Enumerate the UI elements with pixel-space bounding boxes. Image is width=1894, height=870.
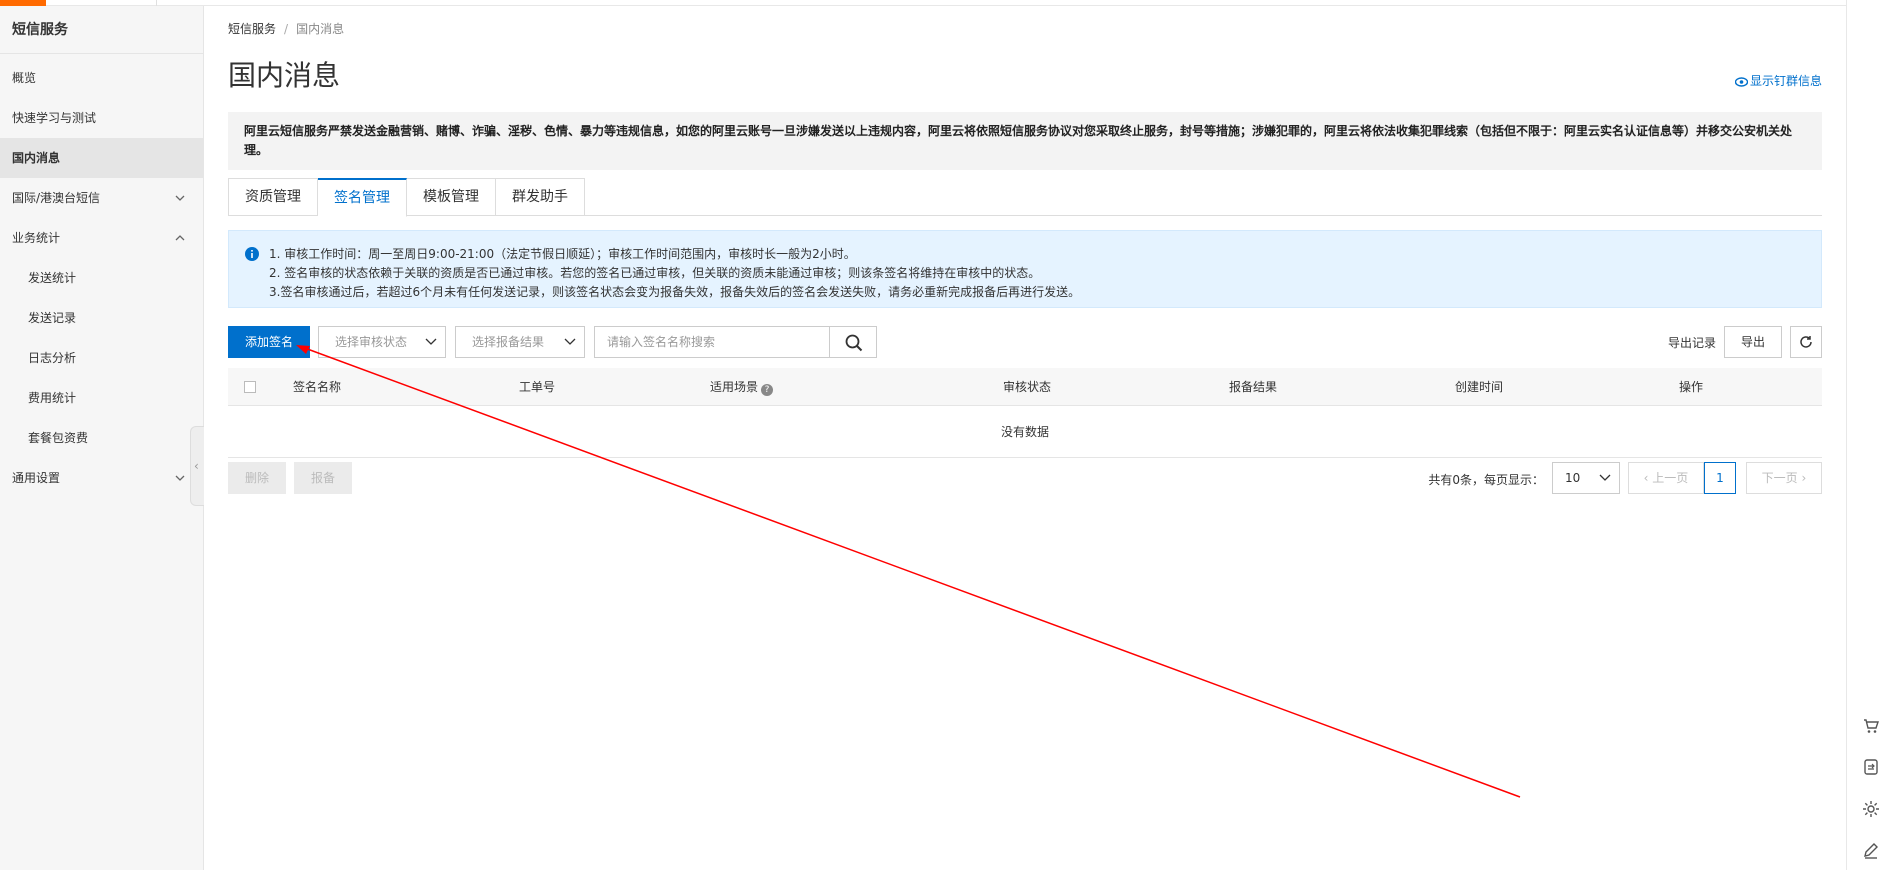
sidebar-collapse-handle[interactable]: ‹ bbox=[190, 426, 204, 506]
sidebar-item-label: 通用设置 bbox=[12, 471, 61, 485]
sidebar-item-send-records[interactable]: 发送记录 bbox=[0, 298, 203, 338]
sync-icon[interactable] bbox=[1861, 757, 1881, 777]
tab-bar: 资质管理 签名管理 模板管理 群发助手 bbox=[228, 178, 1822, 217]
sidebar-item-overview[interactable]: 概览 bbox=[0, 58, 203, 98]
sidebar-item-send-stats[interactable]: 发送统计 bbox=[0, 258, 203, 298]
page-title: 国内消息 bbox=[228, 59, 341, 92]
breadcrumb-root[interactable]: 短信服务 bbox=[228, 22, 276, 36]
file-report-button[interactable]: 报备 bbox=[294, 462, 352, 494]
review-notice: 1. 审核工作时间：周一至周日9:00-21:00（法定节假日顺延）；审核工作时… bbox=[228, 230, 1822, 308]
chevron-up-icon bbox=[175, 235, 185, 241]
eye-icon bbox=[1734, 77, 1749, 87]
chevron-down-icon bbox=[175, 195, 185, 201]
compliance-warning: 阿里云短信服务严禁发送金融营销、赌博、诈骗、淫秽、色情、暴力等违规信息，如您的阿… bbox=[228, 112, 1822, 170]
chevron-down-icon bbox=[425, 338, 437, 345]
search-button[interactable] bbox=[829, 326, 877, 358]
sidebar-item-package[interactable]: 套餐包资费 bbox=[0, 418, 203, 458]
help-icon[interactable]: ? bbox=[761, 384, 774, 396]
show-dingtalk-group-link[interactable]: 显示钉群信息 bbox=[1734, 72, 1822, 89]
tab-template[interactable]: 模板管理 bbox=[407, 178, 496, 216]
prev-page-button[interactable]: ‹ 上一页 bbox=[1628, 462, 1704, 494]
filing-result-select[interactable]: 选择报备结果 bbox=[455, 326, 585, 358]
chevron-down-icon bbox=[175, 475, 185, 481]
table-footer: 删除 报备 共有0条，每页显示： 10 ‹ 上一页 1 下一页 › bbox=[228, 462, 1822, 494]
sidebar-item-domestic[interactable]: 国内消息 bbox=[0, 138, 203, 178]
signature-search-input[interactable] bbox=[594, 326, 830, 358]
table-header: 签名名称 工单号 适用场景? 审核状态 报备结果 创建时间 操作 bbox=[228, 368, 1822, 406]
sidebar-item-label: 国际/港澳台短信 bbox=[12, 191, 101, 205]
sidebar-title: 短信服务 bbox=[0, 6, 203, 54]
col-scenario-label: 适用场景 bbox=[710, 380, 759, 394]
notice-line-1: 1. 审核工作时间：周一至周日9:00-21:00（法定节假日顺延）；审核工作时… bbox=[269, 247, 856, 261]
page-number-1[interactable]: 1 bbox=[1704, 462, 1736, 494]
col-ticket-no: 工单号 bbox=[519, 380, 556, 394]
next-page-button[interactable]: 下一页 › bbox=[1746, 462, 1822, 494]
gear-icon[interactable] bbox=[1861, 799, 1881, 819]
breadcrumb-current: 国内消息 bbox=[296, 22, 345, 36]
page-size-value: 10 bbox=[1565, 471, 1581, 485]
review-status-placeholder: 选择审核状态 bbox=[335, 335, 408, 349]
col-created-time: 创建时间 bbox=[1455, 380, 1504, 394]
chevron-left-icon: ‹ bbox=[194, 459, 199, 473]
empty-state: 没有数据 bbox=[228, 406, 1822, 458]
sidebar-item-international[interactable]: 国际/港澳台短信 bbox=[0, 178, 203, 218]
breadcrumb-separator: / bbox=[284, 22, 289, 36]
toolbar: 添加签名 选择审核状态 选择报备结果 导出记录 导出 bbox=[228, 322, 1822, 358]
tab-signature[interactable]: 签名管理 bbox=[318, 178, 407, 217]
signature-table: 签名名称 工单号 适用场景? 审核状态 报备结果 创建时间 操作 没有数据 bbox=[228, 368, 1822, 458]
notice-line-2: 2. 签名审核的状态依赖于关联的资质是否已通过审核。若您的签名已通过审核，但关联… bbox=[269, 266, 1041, 280]
col-filing-result: 报备结果 bbox=[1229, 380, 1278, 394]
delete-button[interactable]: 删除 bbox=[228, 462, 286, 494]
export-log-link[interactable]: 导出记录 bbox=[1668, 334, 1716, 351]
sidebar-item-log-analysis[interactable]: 日志分析 bbox=[0, 338, 203, 378]
sidebar-item-cost-stats[interactable]: 费用统计 bbox=[0, 378, 203, 418]
sidebar-item-statistics[interactable]: 业务统计 bbox=[0, 218, 203, 258]
sidebar-item-quick-start[interactable]: 快速学习与测试 bbox=[0, 98, 203, 138]
breadcrumb: 短信服务 / 国内消息 bbox=[228, 20, 344, 37]
tab-bulk-assistant[interactable]: 群发助手 bbox=[496, 178, 585, 216]
sidebar-item-label: 业务统计 bbox=[12, 231, 61, 245]
chevron-right-icon: › bbox=[1797, 471, 1807, 485]
right-tool-rail bbox=[1846, 0, 1894, 870]
col-review-status: 审核状态 bbox=[1003, 380, 1052, 394]
select-all-checkbox[interactable] bbox=[244, 381, 256, 393]
col-scenario: 适用场景? bbox=[710, 368, 774, 406]
refresh-icon bbox=[1800, 336, 1812, 348]
next-page-label: 下一页 bbox=[1761, 471, 1798, 485]
col-signature-name: 签名名称 bbox=[293, 380, 342, 394]
chevron-down-icon bbox=[564, 338, 576, 345]
notice-line-3: 3.签名审核通过后，若超过6个月未有任何发送记录，则该签名状态会变为报备失效，报… bbox=[269, 285, 1081, 299]
export-button[interactable]: 导出 bbox=[1724, 326, 1782, 358]
show-dingtalk-group-label: 显示钉群信息 bbox=[1749, 74, 1822, 88]
tab-qualification[interactable]: 资质管理 bbox=[228, 178, 318, 216]
sidebar-item-general-settings[interactable]: 通用设置 bbox=[0, 458, 203, 498]
chevron-left-icon: ‹ bbox=[1643, 471, 1653, 485]
review-status-select[interactable]: 选择审核状态 bbox=[318, 326, 446, 358]
chevron-down-icon bbox=[1599, 474, 1611, 481]
edit-icon[interactable] bbox=[1861, 840, 1881, 860]
col-actions: 操作 bbox=[1679, 380, 1704, 394]
search-icon bbox=[845, 334, 863, 352]
page-size-select[interactable]: 10 bbox=[1552, 462, 1620, 494]
prev-page-label: 上一页 bbox=[1652, 471, 1689, 485]
info-icon bbox=[245, 247, 259, 261]
total-count: 共有0条，每页显示： bbox=[1428, 473, 1544, 487]
add-signature-button[interactable]: 添加签名 bbox=[228, 326, 310, 358]
sidebar: 短信服务 概览 快速学习与测试 国内消息 国际/港澳台短信 业务统计 发送统计 … bbox=[0, 6, 204, 870]
cart-icon[interactable] bbox=[1861, 716, 1881, 736]
top-bar bbox=[0, 0, 1894, 6]
refresh-button[interactable] bbox=[1790, 326, 1822, 358]
filing-result-placeholder: 选择报备结果 bbox=[472, 335, 545, 349]
